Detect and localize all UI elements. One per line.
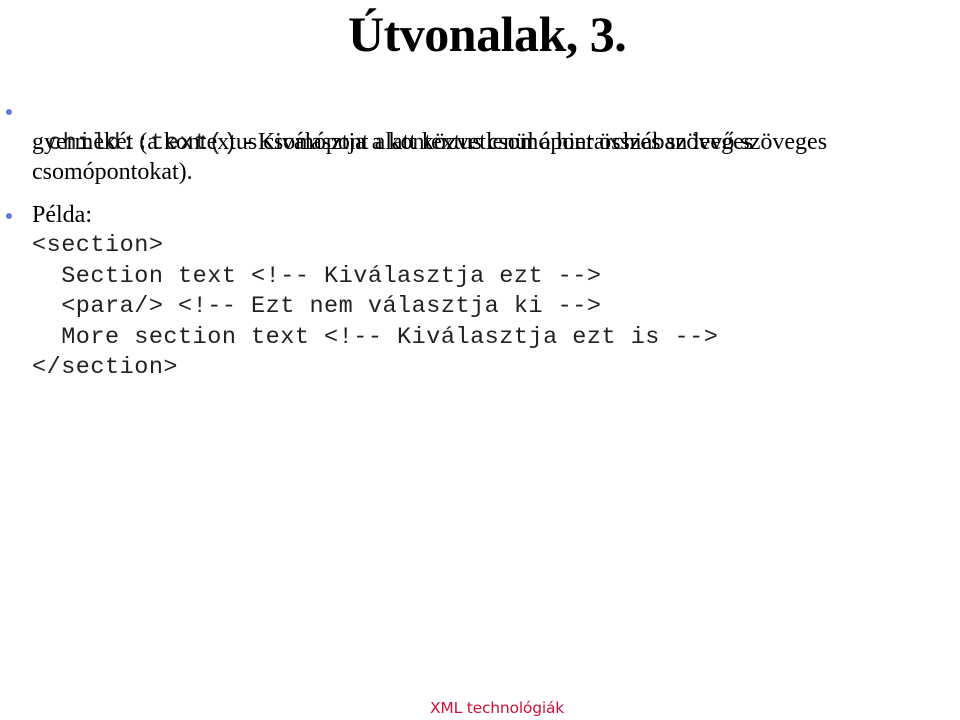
code-line: More section text <!-- Kiválasztja ezt i… [32, 324, 719, 351]
example-label: Példa: [32, 202, 92, 228]
slide-title: Útvonalak, 3. [348, 6, 627, 62]
footer-course-name: XML technológiák [430, 699, 565, 717]
code-line: <section> [32, 232, 164, 259]
bullet-child-text-line-2: gyermekét (a kontextus csomópont alatt k… [32, 129, 828, 155]
bullet-icon [6, 213, 12, 219]
code-line: <para/> <!-- Ezt nem választja ki --> [32, 293, 602, 320]
code-line: </section> [32, 354, 179, 381]
bullet-icon [6, 109, 12, 115]
code-line: Section text <!-- Kiválasztja ezt --> [32, 263, 602, 290]
bullet-child-text-line-3: csomópontokat). [32, 159, 193, 185]
